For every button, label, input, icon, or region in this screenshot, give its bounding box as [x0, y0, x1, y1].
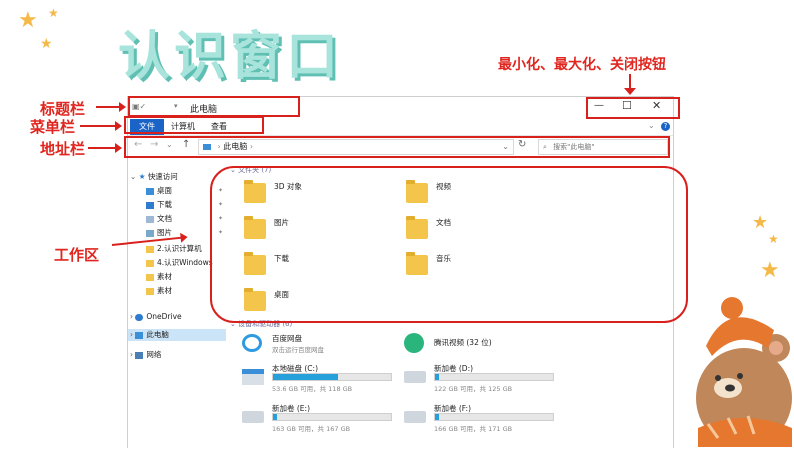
drive-usage-bar: [434, 373, 554, 381]
address-bar-highlight: [124, 136, 670, 158]
app-tencent-video[interactable]: 腾讯视频 (32 位): [404, 331, 554, 357]
star-decoration-icon: ★: [48, 6, 59, 20]
help-icon[interactable]: ?: [661, 122, 670, 131]
sidebar-item-folder[interactable]: 素材: [146, 271, 172, 283]
work-area-highlight: [210, 166, 688, 323]
menu-bar-highlight: [124, 116, 264, 134]
bear-illustration: [688, 288, 794, 448]
app-baidu-netdisk[interactable]: 百度网盘 双击运行百度网盘: [242, 331, 392, 357]
title-bar-highlight: [128, 96, 300, 117]
drive-usage-bar: [434, 413, 554, 421]
star-decoration-icon: ★: [752, 212, 769, 233]
sidebar-item-quick-access[interactable]: ⌄ ★ 快速访问: [130, 171, 178, 183]
sidebar-item-folder[interactable]: 2.认识计算机: [146, 243, 202, 255]
menu-bar-arrow: [80, 121, 122, 131]
sidebar-item-documents[interactable]: 文档: [146, 213, 172, 225]
baidu-netdisk-icon: [242, 334, 262, 352]
drive-usage-fill: [273, 374, 338, 380]
window-buttons-highlight: [586, 97, 680, 119]
sidebar-item-folder[interactable]: 4.认识Windows: [146, 257, 213, 269]
drive-usage-fill: [273, 414, 277, 420]
address-bar-arrow: [88, 143, 122, 153]
slide-title: 认识窗口: [118, 27, 343, 87]
drive-usage-fill: [435, 414, 439, 420]
drive-usage-bar: [272, 413, 392, 421]
drive-d[interactable]: 新加卷 (D:) 122 GB 可用，共 125 GB: [404, 363, 564, 397]
sidebar-item-folder[interactable]: 素材: [146, 285, 172, 297]
expand-ribbon-icon[interactable]: ⌄: [648, 121, 655, 130]
sidebar-item-this-pc[interactable]: › 此电脑: [128, 329, 226, 341]
drive-f[interactable]: 新加卷 (F:) 166 GB 可用，共 171 GB: [404, 403, 564, 437]
address-bar-annotation: 地址栏: [40, 140, 86, 158]
menu-bar-annotation: 菜单栏: [30, 118, 76, 136]
star-decoration-icon: ★: [760, 258, 780, 283]
tencent-video-icon: [404, 333, 424, 353]
star-decoration-icon: ★: [18, 8, 38, 33]
drive-usage-bar: [272, 373, 392, 381]
window-buttons-annotation: 最小化、最大化、关闭按钮: [498, 57, 666, 73]
drive-c[interactable]: 本地磁盘 (C:) 53.6 GB 可用，共 118 GB: [242, 363, 402, 397]
star-decoration-icon: ★: [768, 232, 779, 246]
windows-drive-icon: [242, 369, 264, 385]
sidebar-item-downloads[interactable]: 下载: [146, 199, 172, 211]
drive-icon: [404, 411, 426, 423]
sidebar-item-onedrive[interactable]: › OneDrive: [130, 311, 182, 323]
window-buttons-arrowhead-icon: [624, 88, 636, 95]
sidebar-item-network[interactable]: › 网络: [130, 349, 161, 361]
title-bar-arrow: [96, 102, 126, 112]
drive-e[interactable]: 新加卷 (E:) 163 GB 可用，共 167 GB: [242, 403, 402, 437]
work-area-annotation: 工作区: [54, 246, 100, 264]
drive-usage-fill: [435, 374, 439, 380]
drive-icon: [404, 371, 426, 383]
sidebar-item-desktop[interactable]: 桌面: [146, 185, 172, 197]
drive-icon: [242, 411, 264, 423]
star-decoration-icon: ★: [40, 36, 53, 52]
